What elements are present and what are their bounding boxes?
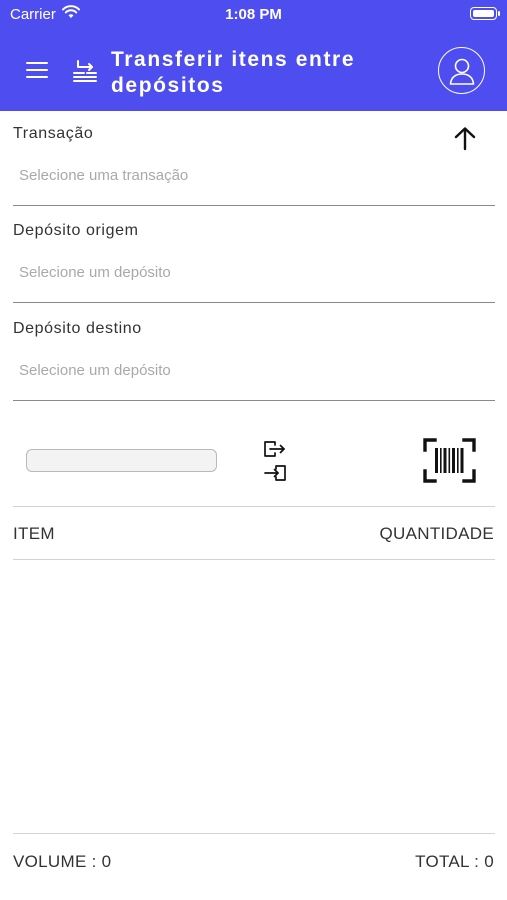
app-header: Carrier 1:08 PM Transferir itens entre d… xyxy=(0,0,507,111)
status-time: 1:08 PM xyxy=(225,6,282,23)
transaction-select[interactable]: Selecione uma transação xyxy=(19,167,188,184)
export-icon[interactable] xyxy=(263,440,287,458)
page-title: Transferir itens entre depósitos xyxy=(111,48,356,97)
import-icon[interactable] xyxy=(264,464,288,482)
hamburger-menu-icon[interactable] xyxy=(26,62,48,80)
column-header-item: ITEM xyxy=(13,524,55,543)
arrow-up-icon[interactable] xyxy=(452,126,478,152)
barcode-scanner-icon[interactable] xyxy=(423,438,476,483)
origin-warehouse-label: Depósito origem xyxy=(13,222,139,239)
barcode-input[interactable] xyxy=(26,449,217,472)
column-header-quantity: QUANTIDADE xyxy=(379,524,494,543)
transfer-list-icon[interactable] xyxy=(72,59,98,83)
destination-warehouse-field[interactable]: Depósito destino Selecione um depósito xyxy=(13,306,495,401)
destination-warehouse-select[interactable]: Selecione um depósito xyxy=(19,362,171,379)
total-summary: TOTAL : 0 xyxy=(415,852,494,871)
volume-summary: VOLUME : 0 xyxy=(13,852,112,871)
origin-warehouse-field[interactable]: Depósito origem Selecione um depósito xyxy=(13,208,495,303)
transaction-label: Transação xyxy=(13,125,94,142)
origin-warehouse-select[interactable]: Selecione um depósito xyxy=(19,264,171,281)
status-bar: Carrier 1:08 PM xyxy=(0,0,507,28)
divider xyxy=(13,559,495,560)
footer-divider xyxy=(13,833,495,834)
user-profile-icon[interactable] xyxy=(438,47,485,94)
destination-warehouse-label: Depósito destino xyxy=(13,320,142,337)
divider xyxy=(13,506,495,507)
battery-icon xyxy=(470,7,500,20)
transaction-field[interactable]: Transação Selecione uma transação xyxy=(13,111,495,206)
